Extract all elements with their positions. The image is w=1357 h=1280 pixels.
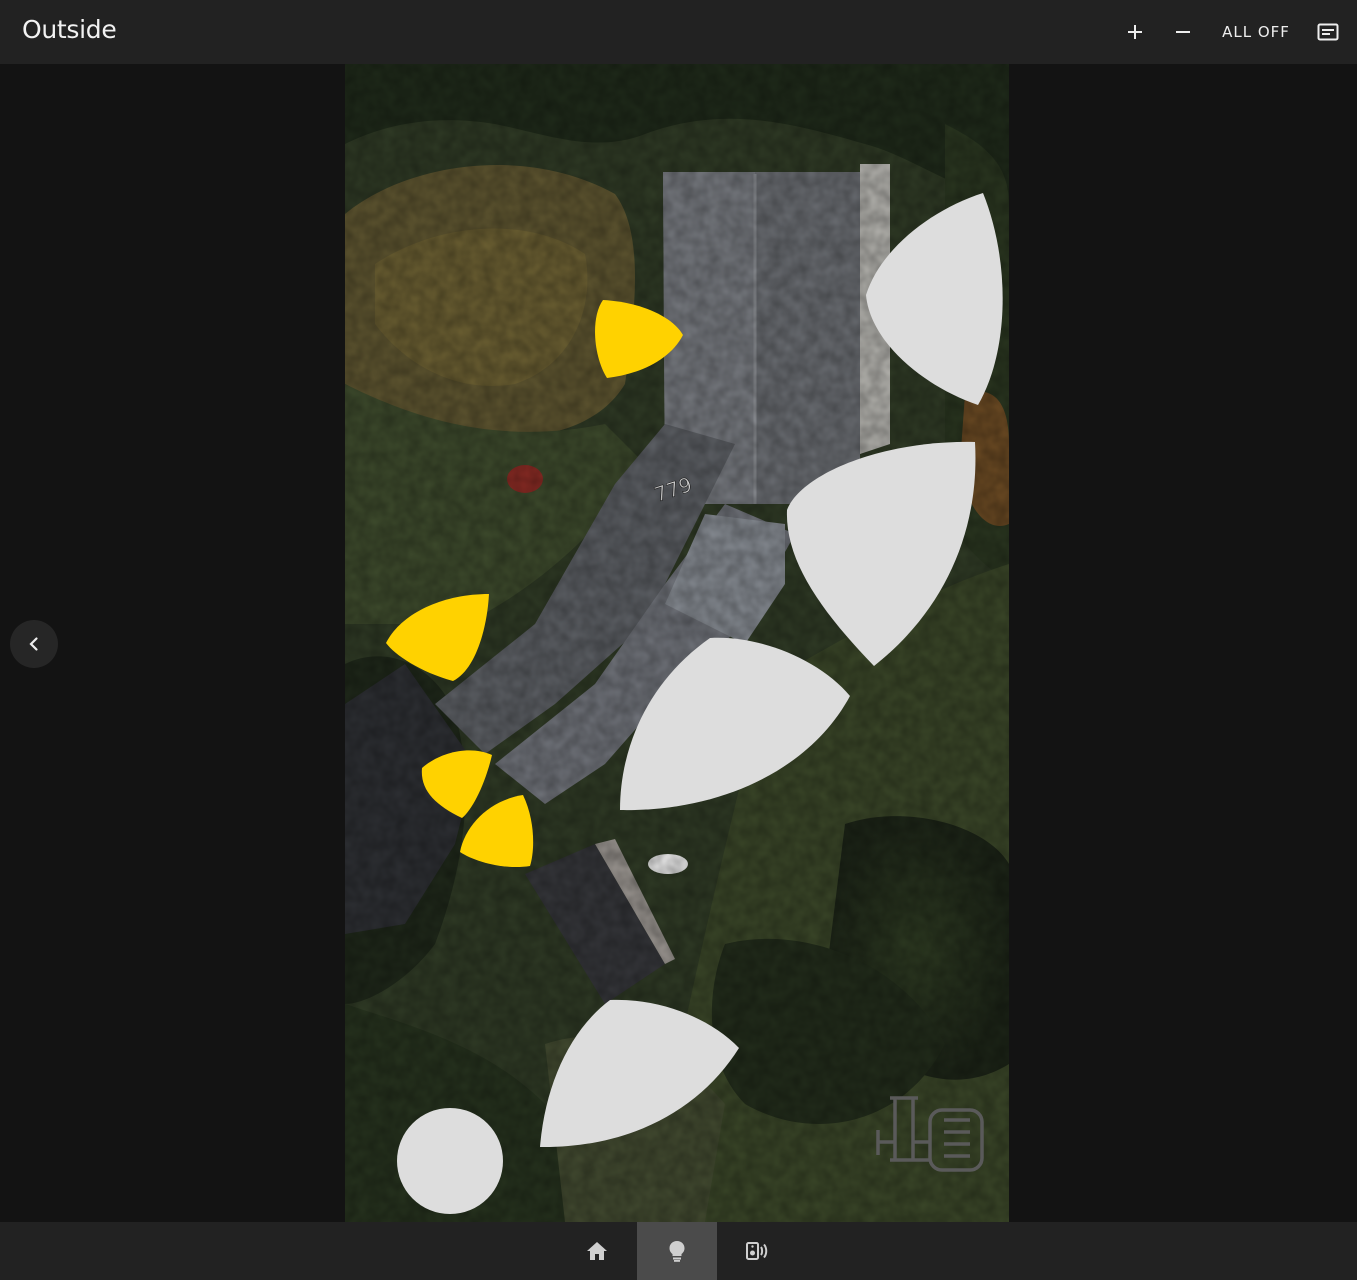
light-9[interactable]: [397, 1108, 503, 1214]
home-icon: [587, 1242, 607, 1260]
back-button[interactable]: [10, 620, 58, 668]
nav-home[interactable]: [557, 1222, 637, 1280]
plus-icon: [1128, 25, 1142, 39]
subtitles-icon: [1317, 23, 1339, 41]
all-off-button[interactable]: ALL OFF: [1216, 16, 1296, 48]
chevron-left-icon: [29, 637, 38, 651]
speaker-icon: [746, 1242, 768, 1260]
minus-icon: [1176, 31, 1190, 33]
remove-button[interactable]: [1167, 16, 1199, 48]
lightbulb-icon: [669, 1241, 685, 1262]
top-app-bar: Outside ALL OFF: [0, 0, 1357, 64]
add-button[interactable]: [1119, 16, 1151, 48]
nav-lights[interactable]: [637, 1222, 717, 1280]
menu-button[interactable]: [1312, 16, 1344, 48]
bottom-navigation: [0, 1222, 1357, 1280]
nav-media[interactable]: [717, 1222, 797, 1280]
page-title: Outside: [22, 15, 117, 44]
